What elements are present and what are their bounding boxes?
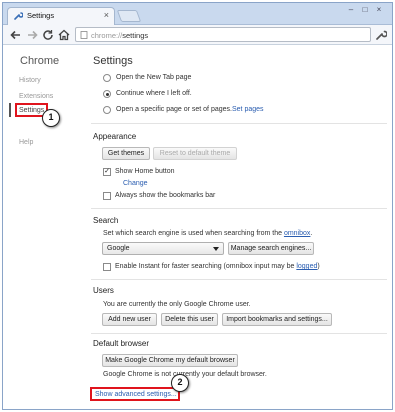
instant-checkbox[interactable] [103, 263, 111, 271]
sidebar: Chrome History Extensions Settings Help [3, 45, 85, 409]
minimize-icon[interactable]: – [344, 5, 358, 14]
back-arrow-icon[interactable] [9, 28, 23, 42]
new-tab-button[interactable] [116, 10, 142, 22]
radio-continue[interactable] [103, 90, 111, 98]
step-marker-1: 1 [42, 109, 60, 127]
search-engine-select[interactable]: Google [102, 242, 224, 255]
bookmarks-bar-checkbox[interactable] [103, 192, 111, 200]
forward-arrow-icon[interactable] [25, 28, 39, 42]
search-description: Set which search engine is used when sea… [103, 230, 313, 237]
page-title: Settings [93, 55, 133, 67]
users-heading: Users [93, 286, 114, 295]
search-description-text: Set which search engine is used when sea… [103, 230, 284, 237]
delete-user-button[interactable]: Delete this user [161, 313, 218, 326]
tab-settings[interactable]: Settings × [7, 7, 115, 25]
url-scheme: chrome:// [91, 31, 123, 40]
browser-window: Settings × – □ × chrome://settings Chrom… [2, 2, 393, 410]
tab-strip: Settings × – □ × [3, 3, 392, 25]
divider [91, 208, 387, 209]
dropdown-arrow-icon [213, 247, 219, 251]
radio-specific-pages[interactable] [103, 106, 111, 114]
page-icon [80, 31, 88, 39]
divider [91, 333, 387, 334]
tab-close-icon[interactable]: × [104, 10, 109, 20]
wrench-icon[interactable] [375, 29, 387, 41]
make-default-browser-button[interactable]: Make Google Chrome my default browser [102, 354, 238, 367]
step-marker-2: 2 [171, 374, 189, 392]
users-description: You are currently the only Google Chrome… [103, 301, 251, 308]
startup-option-specific: Open a specific page or set of pages. [116, 106, 232, 113]
change-home-link[interactable]: Change [123, 180, 148, 187]
logged-link[interactable]: logged [296, 263, 317, 270]
reload-icon[interactable] [41, 28, 55, 42]
sidebar-item-history[interactable]: History [19, 77, 41, 84]
wrench-favicon-icon [14, 12, 23, 20]
navigation-toolbar: chrome://settings [3, 25, 392, 45]
startup-option-new-tab: Open the New Tab page [116, 74, 192, 81]
default-browser-heading: Default browser [93, 339, 150, 348]
sidebar-title: Chrome [20, 55, 60, 67]
import-bookmarks-button[interactable]: Import bookmarks and settings... [222, 313, 332, 326]
window-controls: – □ × [344, 5, 386, 14]
radio-new-tab[interactable] [103, 74, 111, 82]
sidebar-item-extensions[interactable]: Extensions [19, 93, 53, 100]
instant-label: Enable Instant for faster searching (omn… [115, 263, 320, 270]
get-themes-button[interactable]: Get themes [102, 147, 150, 160]
search-engine-value: Google [107, 245, 130, 252]
search-heading: Search [93, 216, 119, 225]
omnibox-link[interactable]: omnibox [284, 230, 310, 237]
tab-title: Settings [27, 11, 55, 20]
close-window-icon[interactable]: × [372, 5, 386, 14]
show-home-checkbox[interactable]: ✓ [103, 168, 111, 176]
settings-content: Settings Open the New Tab page Continue … [91, 45, 391, 409]
address-bar[interactable]: chrome://settings [75, 27, 371, 42]
sidebar-active-indicator [9, 103, 11, 117]
advanced-highlight-box [90, 387, 180, 401]
url-path: settings [122, 31, 149, 40]
sidebar-item-help[interactable]: Help [19, 139, 33, 146]
reset-theme-button[interactable]: Reset to default theme [153, 147, 237, 160]
bookmarks-bar-label: Always show the bookmarks bar [115, 192, 216, 199]
divider [91, 123, 387, 124]
instant-label-text: Enable Instant for faster searching (omn… [115, 263, 297, 270]
home-icon[interactable] [57, 28, 71, 42]
startup-option-continue: Continue where I left off. [116, 90, 192, 97]
show-home-label: Show Home button [115, 168, 175, 175]
appearance-heading: Appearance [93, 132, 137, 141]
divider [91, 279, 387, 280]
set-pages-link[interactable]: Set pages [232, 106, 264, 113]
url-text: chrome://settings [91, 31, 148, 40]
manage-search-engines-button[interactable]: Manage search engines... [228, 242, 314, 255]
add-user-button[interactable]: Add new user [102, 313, 157, 326]
maximize-icon[interactable]: □ [358, 5, 372, 14]
